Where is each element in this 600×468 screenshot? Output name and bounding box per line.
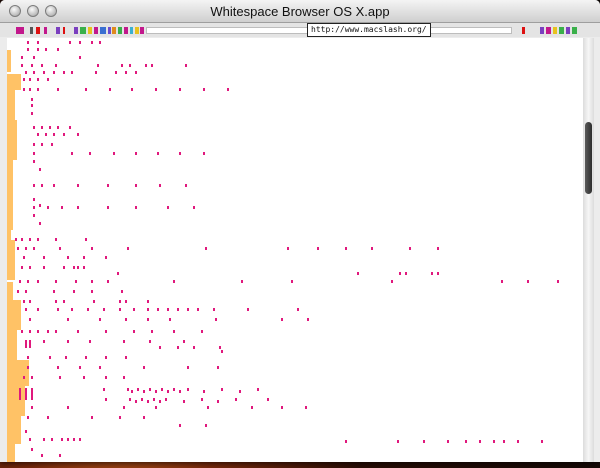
title-bar[interactable]: Whitespace Browser OS X.app [0, 0, 600, 23]
window-title: Whitespace Browser OS X.app [210, 4, 390, 19]
scrollbar-thumb[interactable] [585, 122, 592, 194]
url-tooltip: http://www.macslash.org/ [307, 23, 431, 37]
vertical-scrollbar[interactable] [583, 38, 594, 462]
toolbar: http://www.macslash.org/ [0, 23, 600, 37]
indentation-bars [7, 50, 29, 462]
browser-window: Whitespace Browser OS X.app http://www.m… [0, 0, 600, 462]
page-content[interactable] [7, 38, 583, 462]
whitespace-markers [15, 41, 559, 457]
whitespace-visualization [7, 41, 559, 462]
